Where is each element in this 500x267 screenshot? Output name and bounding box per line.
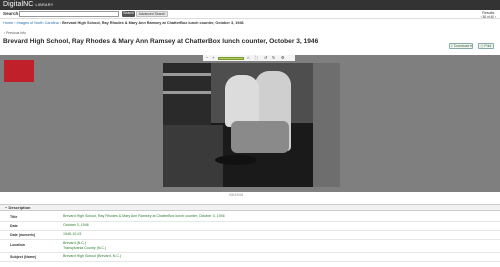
search-bar: Search: Search Advanced Search Results ‹… [0,10,500,19]
download-button[interactable]: ⇩ Download ▾ [449,43,473,49]
breadcrumb-collection[interactable]: Images of North Carolina [17,21,59,25]
photo[interactable] [163,63,340,187]
photo-shelf-1 [163,73,211,76]
previous-info-link[interactable]: ‹ Previous Info [4,31,26,35]
search-button[interactable]: Search [122,11,135,17]
photo-counter [163,125,223,187]
results-counter: Results ‹ 38 of 40 › [481,11,496,19]
description-header[interactable] [0,204,500,211]
advanced-search-button[interactable]: Advanced Search [136,11,168,17]
home-icon[interactable]: ⌂ [247,56,249,60]
zoom-in-icon[interactable]: + [212,56,214,60]
description-row: Subject (Name) Brevard High School (Brev… [0,253,500,262]
search-input[interactable] [19,11,119,17]
brand-logo[interactable]: DigitalNC LIBRARY [3,1,54,8]
print-button[interactable]: ⎙ Print [478,43,494,49]
chevron-down-icon: ▾ [470,44,472,48]
row-label: Date (numeric) [10,233,36,237]
settings-icon[interactable]: ⚙ [281,56,285,60]
photo-shelf-2 [163,91,211,94]
photo-window [313,63,340,187]
thumbnail[interactable] [4,60,34,82]
prev-result-icon[interactable]: ‹ [481,15,482,19]
photo-person-woman [225,75,259,127]
rotate-left-icon[interactable]: ↺ [264,56,267,60]
breadcrumb: Home › Images of North Carolina › Brevar… [3,21,244,25]
results-count[interactable]: ‹ 38 of 40 › [481,15,496,19]
description-row: Date October 3, 1946 [0,222,500,231]
download-icon: ⇩ [450,44,454,48]
fullscreen-icon[interactable]: ⛶ [255,56,258,60]
next-result-icon[interactable]: › [495,15,496,19]
page-title: Brevard High School, Ray Rhodes & Mary A… [3,38,319,45]
photo-skirt [231,121,289,153]
row-label: Title [10,215,18,219]
zoom-out-icon[interactable]: − [206,56,208,60]
row-label: Date [10,224,18,228]
row-label: Subject (Name) [10,255,37,259]
row-value[interactable]: Brevard High School (Brevard, N.C.) [63,254,121,259]
rotate-right-icon[interactable]: ↻ [272,56,275,60]
row-value[interactable]: 1946-10-03 [63,232,81,237]
description-row: Date (numeric) 1946-10-03 [0,231,500,240]
row-value[interactable]: Brevard High School, Ray Rhodes & Mary A… [63,214,225,219]
breadcrumb-current: Brevard High School, Ray Rhodes & Mary A… [62,21,244,25]
description-title[interactable]: − Description [5,205,30,210]
row-value[interactable]: Brevard (N.C.) Transylvania County (N.C.… [63,241,106,250]
image-id: 00043316 [229,193,244,197]
print-icon: ⎙ [480,44,484,48]
description-row: Title Brevard High School, Ray Rhodes & … [0,213,500,222]
search-label: Search: [3,11,20,16]
photo-stool [215,155,257,165]
breadcrumb-home[interactable]: Home [3,21,13,25]
row-value[interactable]: October 3, 1946 [63,223,89,228]
zoom-slider[interactable] [218,57,244,60]
description-row: Location Brevard (N.C.) Transylvania Cou… [0,240,500,253]
top-bar: DigitalNC LIBRARY [0,0,500,10]
row-label: Location [10,243,25,247]
